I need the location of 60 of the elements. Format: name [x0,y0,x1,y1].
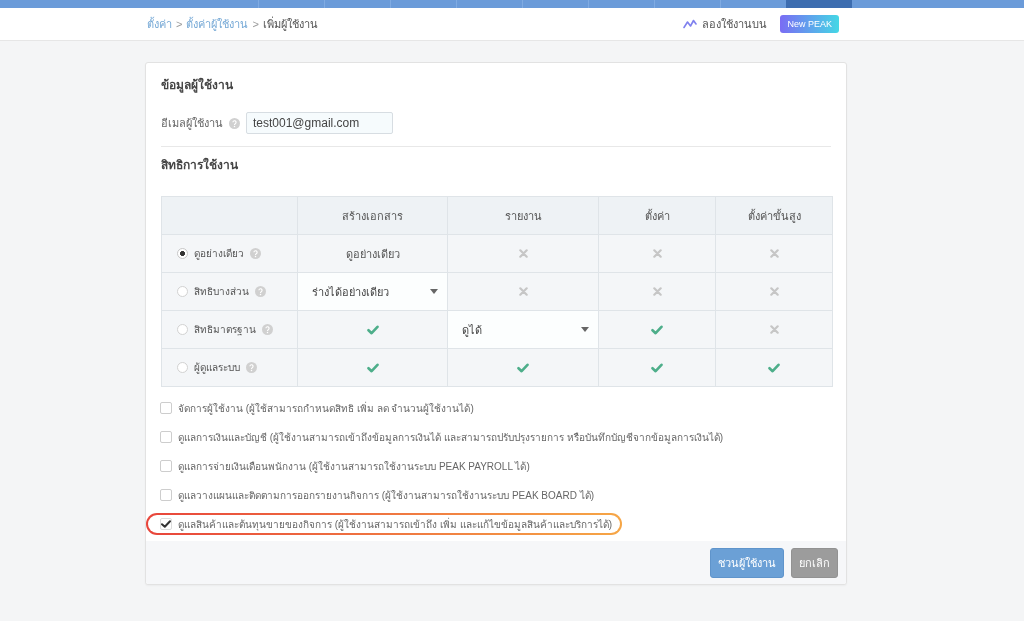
help-icon [229,117,240,129]
new-peak-button[interactable]: New PEAK [780,15,839,33]
caret-icon [430,289,438,294]
checkbox[interactable] [160,489,172,501]
table-cell: ดูอย่างเดียว [298,235,447,272]
checkbox-label: ดูแลการเงินและบัญชี (ผู้ใช้งานสามารถเข้าถึงข้อมูลการเงินได้ และสามารถปรับปรุงรายการ หรือบันทึกบัญชีจากข้อมูลการเงินได้) [178,430,723,445]
cross-icon [652,287,662,296]
checkbox[interactable] [160,431,172,443]
breadcrumb-current: เพิ่มผู้ใช้งาน [262,15,318,33]
radio-button[interactable] [177,248,188,259]
breadcrumb-separator: > [176,18,183,30]
breadcrumb-link[interactable]: ตั้งค่า [147,15,172,33]
cancel-button[interactable]: ยกเลิก [791,548,838,578]
cross-icon [769,287,779,296]
help-icon [255,286,266,297]
trial-text: ลองใช้งานบน [702,17,768,32]
check-icon [768,362,780,373]
checkbox-label: ดูแลวางแผนและติดตามการออกรายงานกิจการ (ผู้ใช้งานสามารถใช้งานระบบ PEAK BOARD ได้) [178,488,594,503]
cross-icon [518,287,528,296]
role-label: ผู้ดูแลระบบ [194,361,240,375]
dropdown[interactable]: ดูได้ [448,311,598,348]
radio-button[interactable] [177,286,188,297]
field-label: อีเมลผู้ใช้งาน [161,116,223,132]
role-label: ดูอย่างเดียว [194,247,244,261]
help-icon [246,362,257,373]
email-field[interactable]: test001@gmail.com [246,112,393,134]
radio-button[interactable] [177,324,188,335]
check-icon [651,362,663,373]
column-header: ตั้งค่า [599,197,715,234]
column-header: ตั้งค่าขั้นสูง [716,197,832,234]
breadcrumb-separator: > [252,18,259,30]
checkbox-label: ดูแลการจ่ายเงินเดือนพนักงาน (ผู้ใช้งานสามารถใช้งานระบบ PEAK PAYROLL ได้) [178,459,530,474]
cross-icon [518,249,528,258]
cross-icon [652,249,662,258]
check-icon [517,362,529,373]
dropdown[interactable]: ร่างได้อย่างเดียว [298,273,447,310]
cross-icon [769,249,779,258]
cross-icon [769,325,779,334]
role-label: สิทธิบางส่วน [194,285,249,299]
help-icon [262,324,273,335]
help-icon [250,248,261,259]
checkbox[interactable] [160,518,172,530]
checkbox-label: ดูแลสินค้าและต้นทุนขายของกิจการ (ผู้ใช้งานสามารถเข้าถึง เพิ่ม และแก้ไขข้อมูลสินค้าและบริการได้) [178,516,612,532]
check-icon [366,362,379,373]
section-title: สิทธิการใช้งาน [161,156,238,174]
role-label: สิทธิมาตรฐาน [194,323,256,337]
nav-tab[interactable] [786,0,852,8]
radio-button[interactable] [177,362,188,373]
column-header: สร้างเอกสาร [298,197,447,234]
checkbox[interactable] [160,460,172,472]
breadcrumb-link[interactable]: ตั้งค่าผู้ใช้งาน [186,15,249,33]
caret-icon [581,327,589,332]
check-icon [651,324,663,335]
wave-icon [683,19,698,29]
checkbox[interactable] [160,402,172,414]
column-header: รายงาน [448,197,598,234]
invite-button[interactable]: ชวนผู้ใช้งาน [710,548,784,578]
checkbox-label: จัดการผู้ใช้งาน (ผู้ใช้สามารถกำหนดสิทธิ เพิ่ม ลด จำนวนผู้ใช้งานได้) [178,400,474,416]
check-icon [366,324,379,335]
section-title: ข้อมูลผู้ใช้งาน [161,76,233,95]
